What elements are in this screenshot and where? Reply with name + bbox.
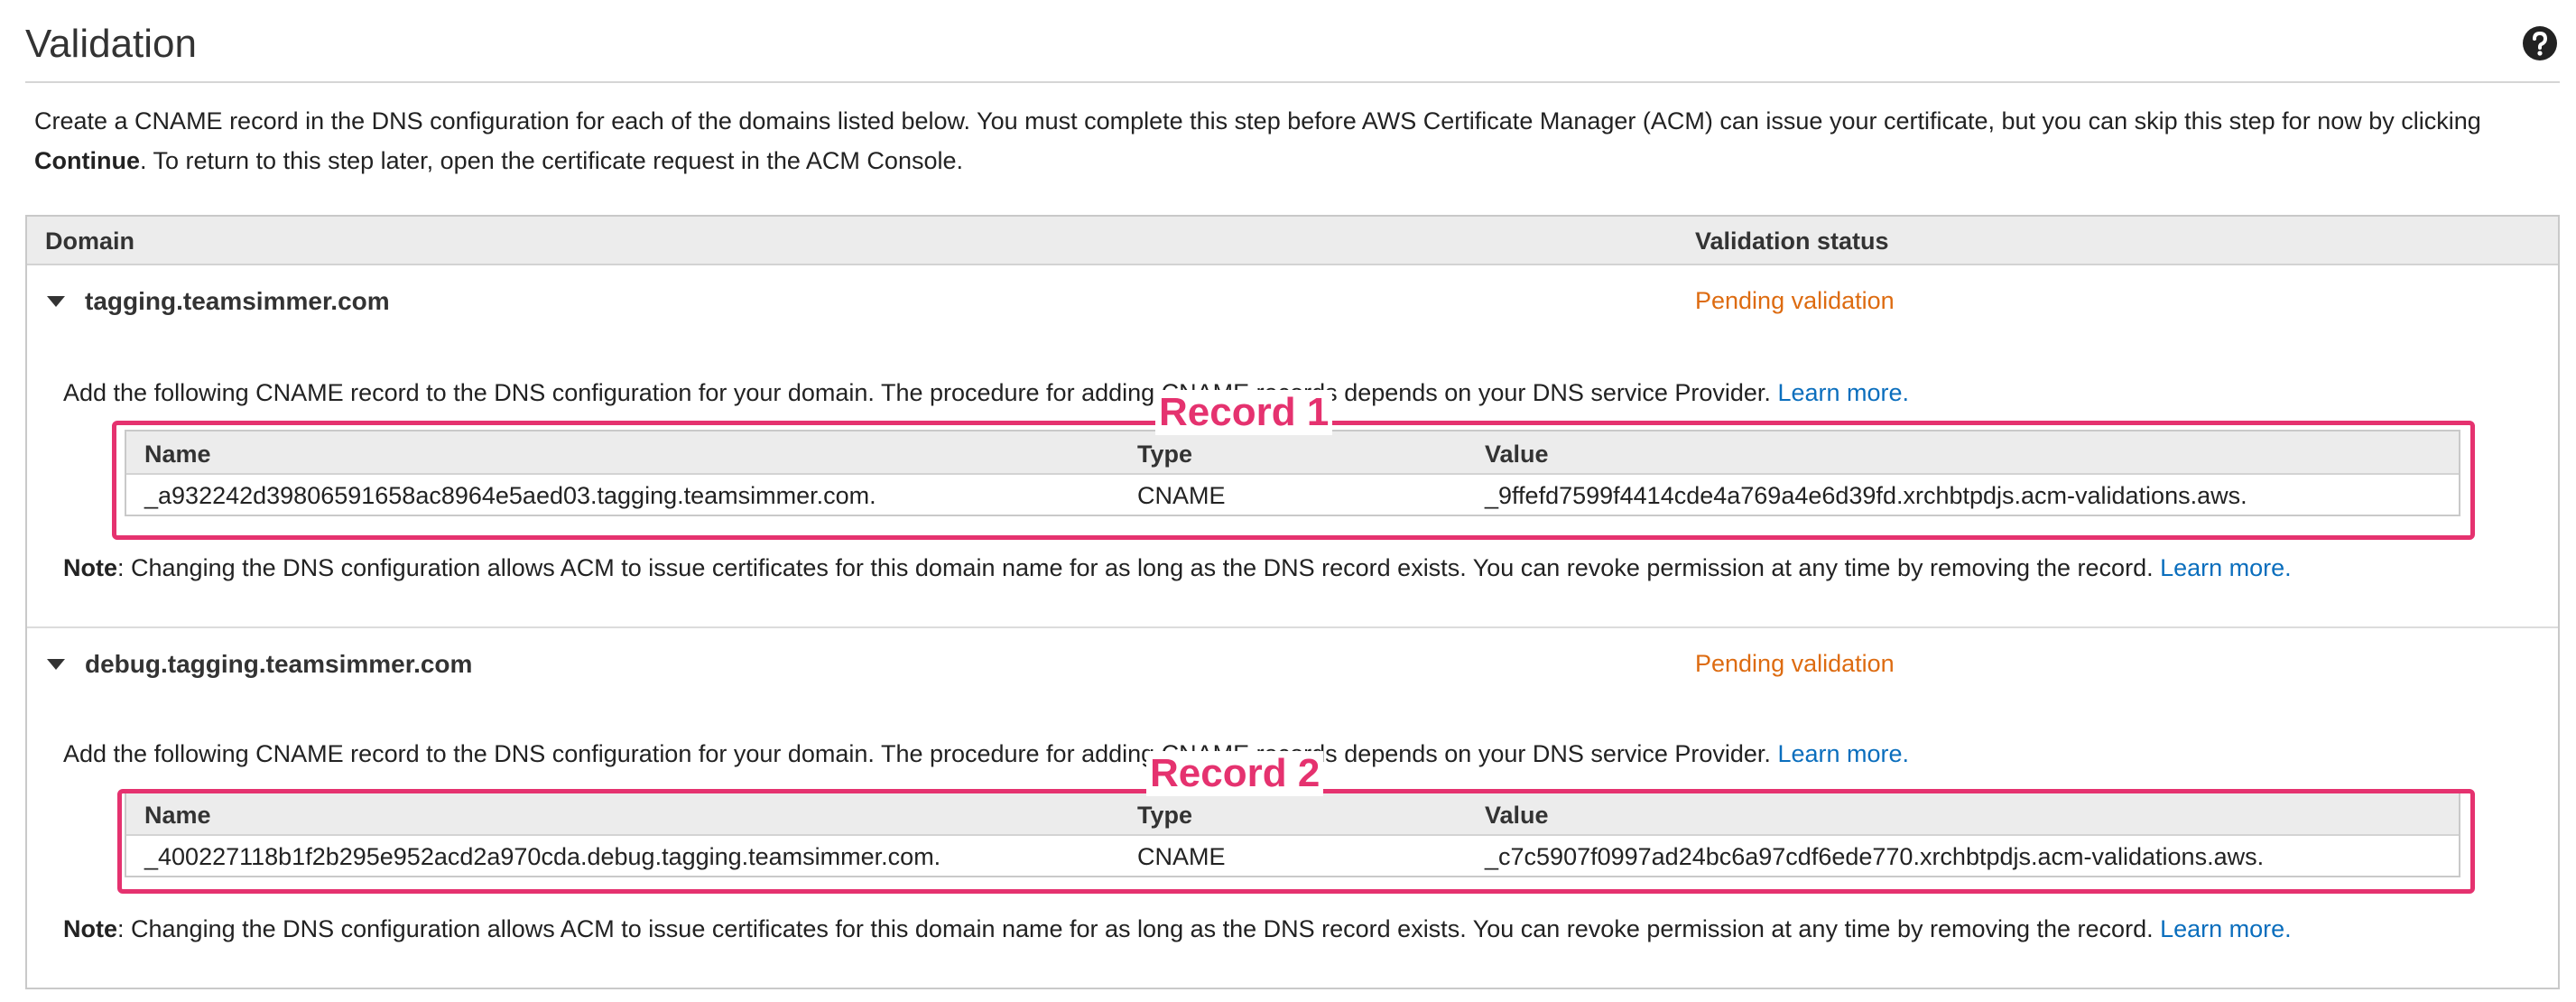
record-1-annotation-label: Record 1: [1155, 390, 1333, 435]
caret-down-icon[interactable]: [47, 296, 65, 307]
column-header-domain: Domain: [45, 227, 135, 255]
note-text: : Changing the DNS configuration allows …: [117, 554, 2161, 581]
add-cname-instruction-1: Add the following CNAME record to the DN…: [63, 379, 1909, 407]
help-icon[interactable]: [2522, 25, 2558, 61]
note-text: : Changing the DNS configuration allows …: [117, 915, 2161, 942]
validation-status-2: Pending validation: [1695, 650, 1895, 677]
learn-more-link[interactable]: Learn more.: [1777, 740, 1909, 767]
note-label: Note: [63, 554, 117, 581]
intro-text: Create a CNAME record in the DNS configu…: [34, 101, 2553, 181]
record-1-highlight: [112, 421, 2475, 540]
domain-name-2[interactable]: debug.tagging.teamsimmer.com: [85, 650, 472, 679]
dns-note-1: Note: Changing the DNS configuration all…: [63, 554, 2292, 582]
record-2-highlight: [117, 789, 2475, 894]
learn-more-link[interactable]: Learn more.: [2160, 554, 2292, 581]
column-header-validation-status: Validation status: [1695, 227, 1889, 255]
record-2-annotation-label: Record 2: [1146, 751, 1324, 796]
add-cname-instruction-2: Add the following CNAME record to the DN…: [63, 740, 1909, 768]
intro-text-part1: Create a CNAME record in the DNS configu…: [34, 107, 2481, 135]
validation-status-1: Pending validation: [1695, 287, 1895, 314]
page-title: Validation: [25, 22, 197, 66]
intro-text-part2: . To return to this step later, open the…: [139, 147, 963, 174]
caret-down-icon[interactable]: [47, 659, 65, 670]
intro-continue-bold: Continue: [34, 147, 140, 174]
learn-more-link[interactable]: Learn more.: [2160, 915, 2292, 942]
add-instruction-text: Add the following CNAME record to the DN…: [63, 740, 1778, 767]
add-instruction-text: Add the following CNAME record to the DN…: [63, 379, 1778, 406]
note-label: Note: [63, 915, 117, 942]
domains-table-header: Domain Validation status: [27, 217, 2558, 265]
title-divider: [25, 81, 2560, 83]
learn-more-link[interactable]: Learn more.: [1777, 379, 1909, 406]
dns-note-2: Note: Changing the DNS configuration all…: [63, 915, 2292, 943]
domain-name-1[interactable]: tagging.teamsimmer.com: [85, 287, 390, 316]
